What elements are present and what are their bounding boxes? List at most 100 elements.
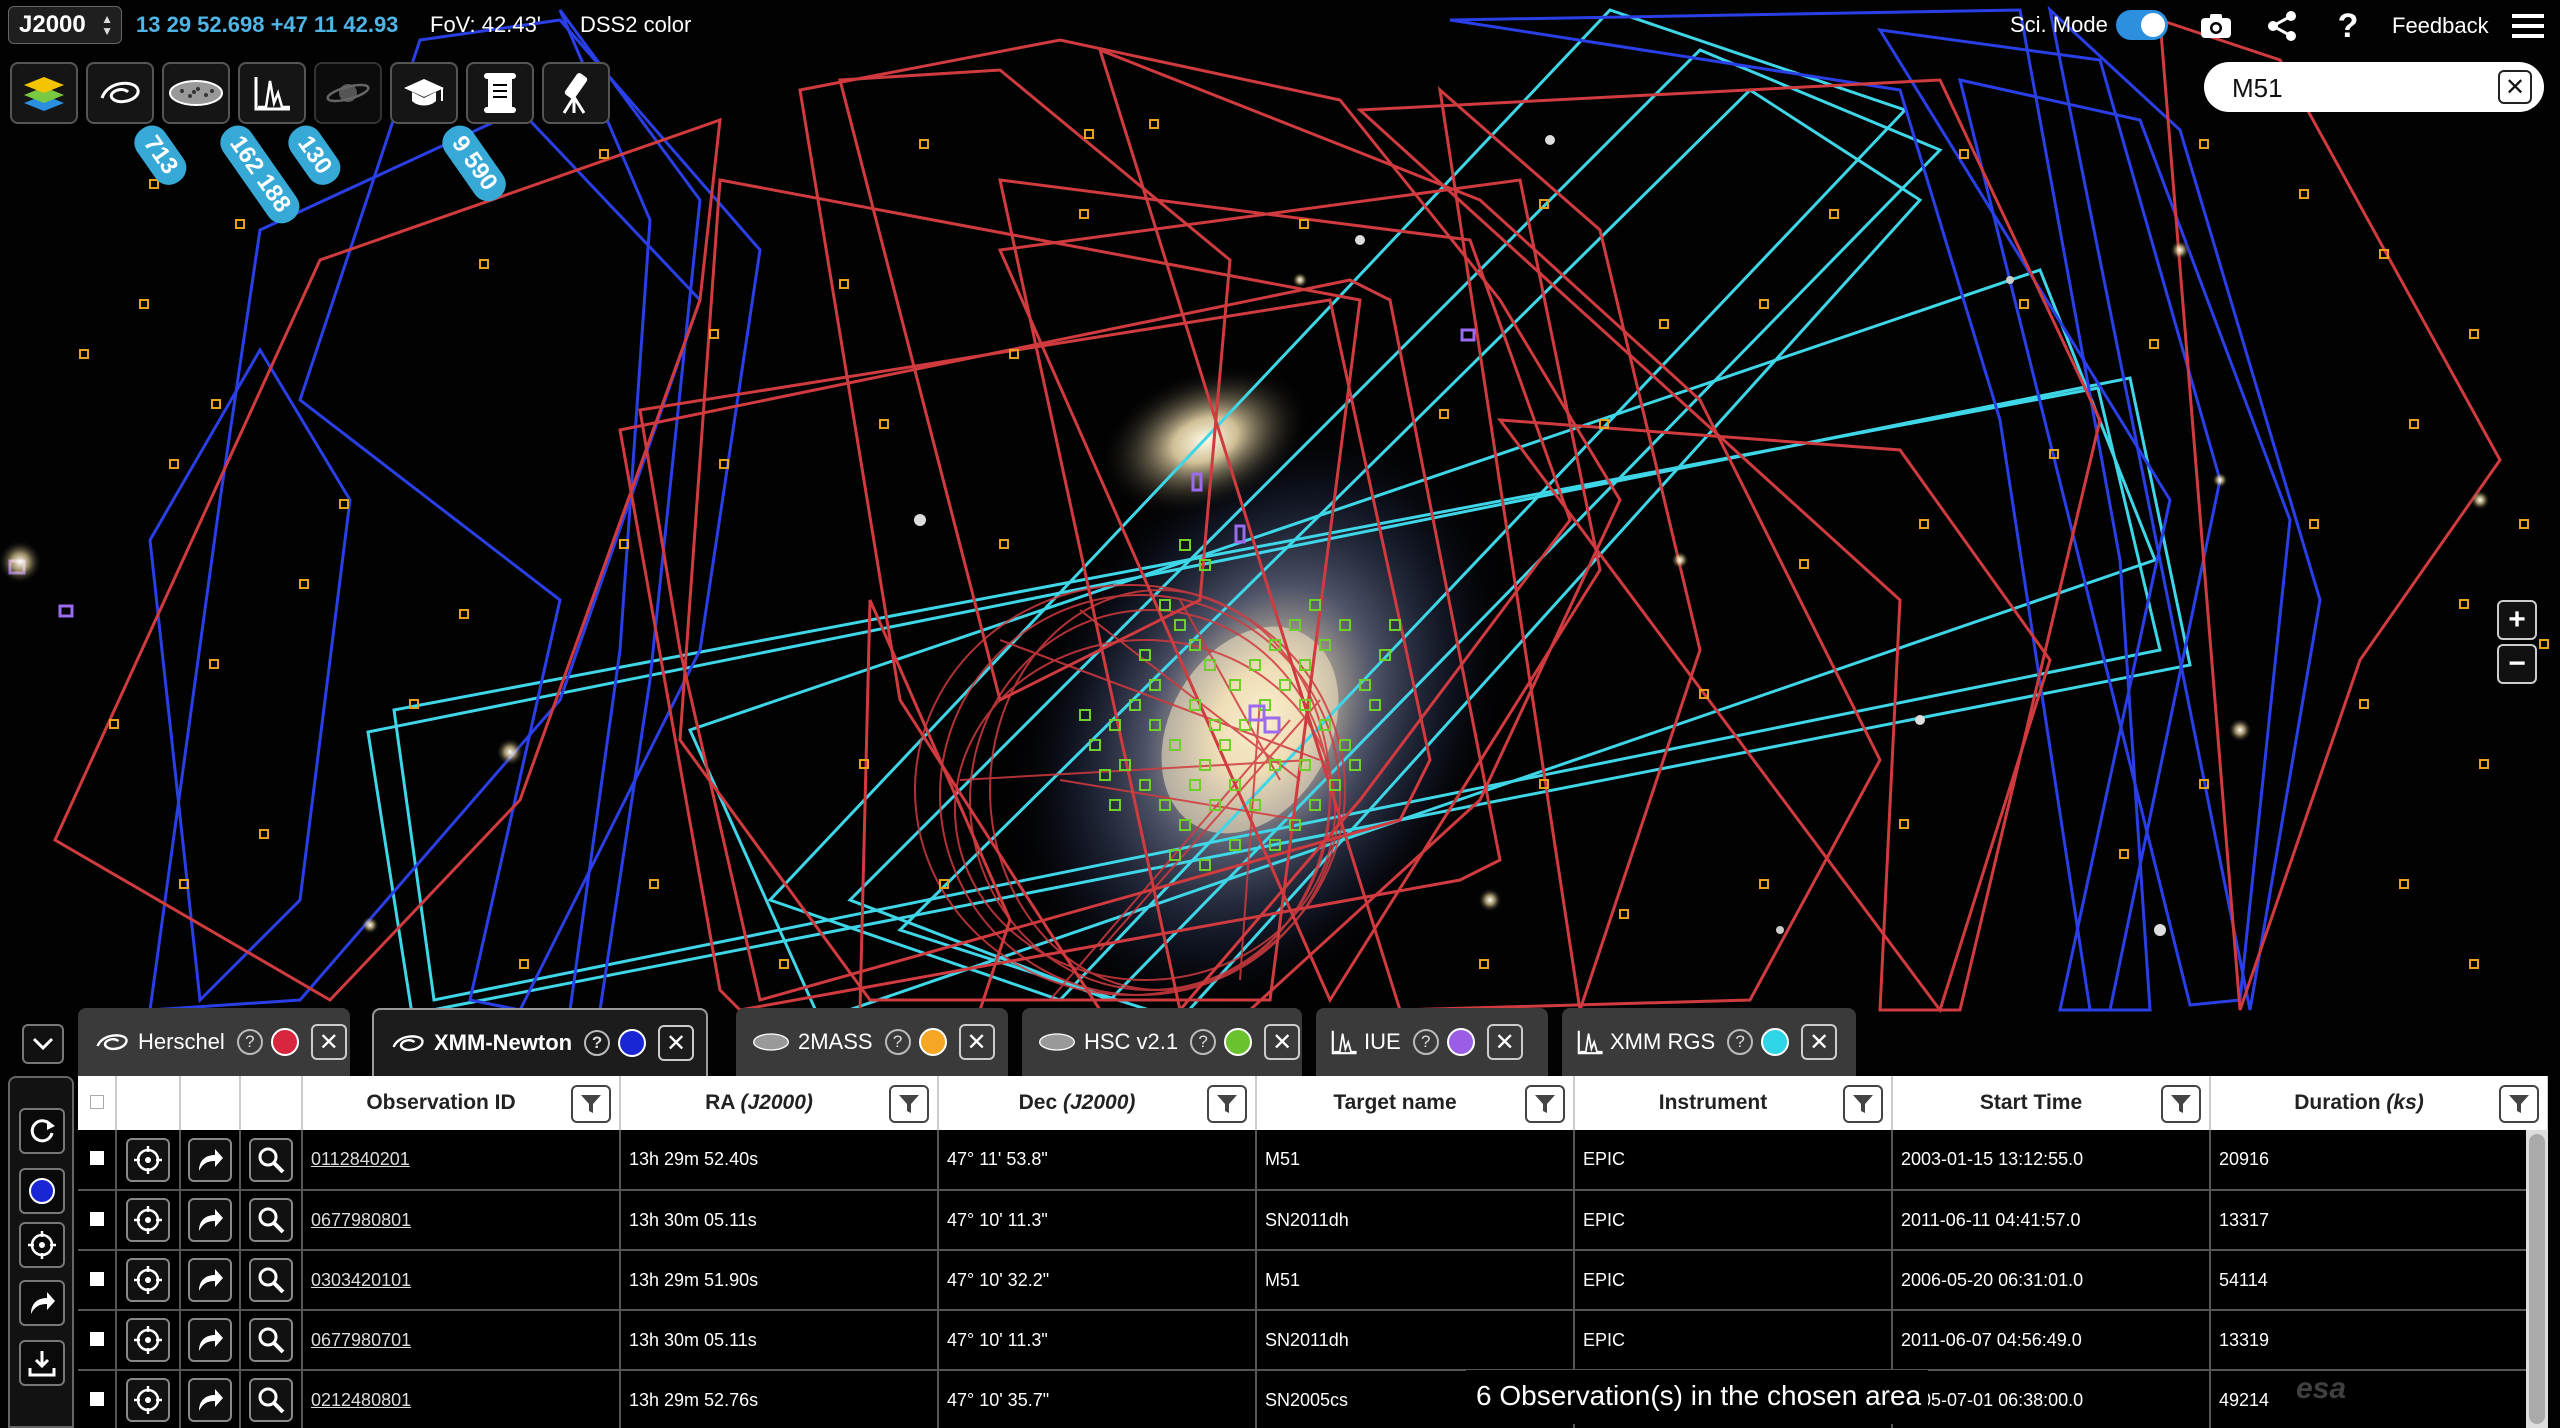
center-on-target-icon[interactable]	[126, 1137, 170, 1182]
center-on-target-icon[interactable]	[126, 1258, 170, 1302]
collapse-panel-button[interactable]	[22, 1024, 64, 1064]
row-checkbox[interactable]	[89, 1331, 104, 1346]
tab-close-button[interactable]: ✕	[658, 1025, 695, 1061]
filter-icon[interactable]	[1525, 1085, 1565, 1123]
scrollbar-thumb[interactable]	[2529, 1134, 2545, 1424]
solar-system-button[interactable]	[314, 62, 382, 124]
send-to-samp-icon[interactable]	[188, 1137, 232, 1182]
observation-id-link[interactable]: 0112840201	[311, 1149, 410, 1169]
row-checkbox[interactable]	[89, 1211, 104, 1226]
zoom-in-button[interactable]: +	[2497, 600, 2537, 640]
jwst-planning-button[interactable]	[542, 62, 610, 124]
preview-magnifier-icon[interactable]	[249, 1137, 293, 1182]
table-scrollbar[interactable]	[2526, 1130, 2548, 1428]
row-checkbox[interactable]	[89, 1391, 104, 1406]
tab-close-button[interactable]: ✕	[1264, 1024, 1301, 1060]
tab-close-button[interactable]: ✕	[958, 1024, 995, 1060]
column-start-time[interactable]: Start Time	[1892, 1076, 2211, 1130]
hips-survey-name[interactable]: DSS2 color	[580, 12, 691, 38]
observation-id-link[interactable]: 0677980801	[311, 1210, 411, 1230]
layer-color-button[interactable]	[19, 1168, 65, 1214]
center-on-target-icon[interactable]	[126, 1198, 170, 1242]
feedback-link[interactable]: Feedback	[2392, 13, 2489, 39]
tab-color-dot[interactable]	[1761, 1028, 1790, 1056]
tab-help-icon[interactable]: ?	[884, 1029, 911, 1055]
tab-herschel[interactable]: Herschel ? ✕	[78, 1008, 350, 1076]
preview-magnifier-icon[interactable]	[249, 1318, 293, 1362]
share-icon[interactable]	[2262, 6, 2302, 46]
send-to-samp-icon[interactable]	[188, 1378, 232, 1422]
send-to-samp-icon[interactable]	[188, 1198, 232, 1242]
filter-icon[interactable]	[571, 1085, 611, 1123]
help-icon[interactable]: ?	[2328, 6, 2368, 46]
sky-layers-button[interactable]	[10, 62, 78, 124]
cell-observation-id[interactable]: 0303420101	[302, 1250, 621, 1311]
tab-color-dot[interactable]	[1224, 1028, 1253, 1056]
column-instrument[interactable]: Instrument	[1574, 1076, 1893, 1130]
download-button[interactable]	[19, 1340, 65, 1386]
tab-2mass[interactable]: 2MASS ? ✕	[736, 1008, 1008, 1076]
cell-observation-id[interactable]: 0112840201	[302, 1130, 621, 1191]
row-checkbox[interactable]	[89, 1271, 104, 1286]
tab-help-icon[interactable]: ?	[1412, 1029, 1439, 1055]
publications-button[interactable]	[390, 62, 458, 124]
filter-icon[interactable]	[1843, 1085, 1883, 1123]
sci-mode-toggle[interactable]	[2116, 10, 2168, 40]
catalogues-button[interactable]	[162, 62, 230, 124]
filter-icon[interactable]	[889, 1085, 929, 1123]
center-on-target-icon[interactable]	[126, 1318, 170, 1362]
preview-magnifier-icon[interactable]	[249, 1258, 293, 1302]
send-to-samp-icon[interactable]	[188, 1318, 232, 1362]
row-checkbox-cell[interactable]	[78, 1130, 117, 1191]
filter-icon[interactable]	[2499, 1085, 2539, 1123]
center-all-button[interactable]	[19, 1222, 65, 1268]
clear-search-button[interactable]: ✕	[2498, 70, 2532, 104]
target-search-input[interactable]: M51 ✕	[2204, 62, 2544, 112]
observation-id-link[interactable]: 0303420101	[311, 1270, 411, 1290]
row-checkbox-cell[interactable]	[78, 1250, 117, 1311]
table-row[interactable]: 0212480801 13h 29m 52.76s 47° 10' 35.7" …	[78, 1370, 2548, 1428]
column-dec[interactable]: Dec (J2000)	[938, 1076, 1257, 1130]
observation-id-link[interactable]: 0212480801	[311, 1390, 411, 1410]
screenshot-icon[interactable]	[2196, 6, 2236, 46]
tab-hsc[interactable]: HSC v2.1 ? ✕	[1022, 1008, 1302, 1076]
coordinate-frame-select[interactable]: J2000 ▲ ▼	[8, 6, 122, 44]
row-checkbox-cell[interactable]	[78, 1190, 117, 1251]
filter-icon[interactable]	[1207, 1085, 1247, 1123]
tab-color-dot[interactable]	[918, 1028, 947, 1056]
filter-icon[interactable]	[2161, 1085, 2201, 1123]
send-samp-button[interactable]	[19, 1280, 65, 1326]
tab-help-icon[interactable]: ?	[584, 1030, 611, 1056]
table-row[interactable]: 0112840201 13h 29m 52.40s 47° 11' 53.8" …	[78, 1130, 2548, 1191]
tab-close-button[interactable]: ✕	[1486, 1024, 1523, 1060]
target-list-button[interactable]	[466, 62, 534, 124]
center-on-target-icon[interactable]	[126, 1378, 170, 1422]
zoom-out-button[interactable]: −	[2497, 644, 2537, 684]
column-duration[interactable]: Duration (ks)	[2210, 1076, 2548, 1130]
reset-button[interactable]	[19, 1108, 65, 1154]
column-observation-id[interactable]: Observation ID	[302, 1076, 621, 1130]
send-to-samp-icon[interactable]	[188, 1258, 232, 1302]
row-checkbox-cell[interactable]	[78, 1370, 117, 1428]
tab-help-icon[interactable]: ?	[236, 1029, 263, 1055]
select-all-header[interactable]	[78, 1076, 117, 1130]
menu-icon[interactable]	[2508, 6, 2548, 46]
tab-color-dot[interactable]	[618, 1029, 647, 1057]
tab-close-button[interactable]: ✕	[1801, 1024, 1838, 1060]
tab-close-button[interactable]: ✕	[310, 1024, 347, 1060]
preview-magnifier-icon[interactable]	[249, 1198, 293, 1242]
column-target-name[interactable]: Target name	[1256, 1076, 1575, 1130]
tab-color-dot[interactable]	[270, 1028, 299, 1056]
row-checkbox-cell[interactable]	[78, 1310, 117, 1371]
tab-help-icon[interactable]: ?	[1727, 1029, 1754, 1055]
tab-iue[interactable]: IUE ? ✕	[1316, 1008, 1548, 1076]
cell-observation-id[interactable]: 0677980701	[302, 1310, 621, 1371]
row-checkbox[interactable]	[89, 1151, 104, 1165]
tab-xmm-newton[interactable]: XMM-Newton ? ✕	[372, 1008, 708, 1076]
tab-color-dot[interactable]	[1446, 1028, 1475, 1056]
tab-xmm-rgs[interactable]: XMM RGS ? ✕	[1562, 1008, 1856, 1076]
table-row[interactable]: 0677980801 13h 30m 05.11s 47° 10' 11.3" …	[78, 1190, 2548, 1251]
table-row[interactable]: 0303420101 13h 29m 51.90s 47° 10' 32.2" …	[78, 1250, 2548, 1311]
tab-help-icon[interactable]: ?	[1190, 1029, 1217, 1055]
observation-id-link[interactable]: 0677980701	[311, 1330, 411, 1350]
